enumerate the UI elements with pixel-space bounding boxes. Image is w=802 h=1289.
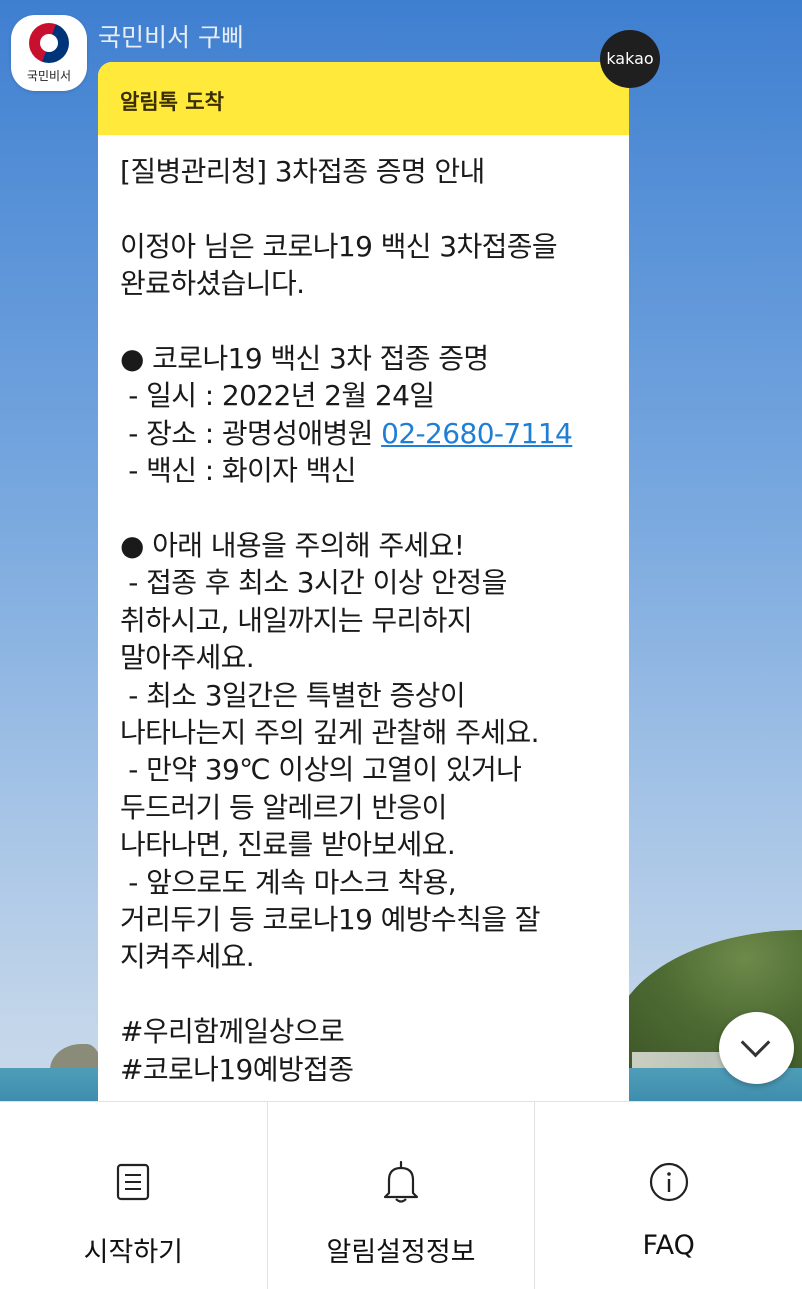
kakao-badge: kakao [600,30,660,88]
avatar-label: 국민비서 [26,69,72,83]
message-line: 거리두기 등 코로나19 예방수칙을 잘 [120,903,540,937]
tab-label: FAQ [642,1230,695,1261]
message-line: - 백신 : 화이자 백신 [120,454,356,488]
bottom-menu: 시작하기 알림설정정보 FAQ [0,1101,802,1289]
tab-start[interactable]: 시작하기 [0,1102,268,1289]
message-line: ● 코로나19 백신 3차 접종 증명 [120,342,489,375]
bell-icon [381,1160,421,1204]
message-line [120,976,607,1013]
message-line: 말아주세요. [120,641,255,675]
message-line [120,190,607,227]
message-card: 알림톡 도착 [질병관리청] 3차접종 증명 안내이정아 님은 코로나19 백신… [98,62,629,1102]
message-line: 나타나면, 진료를 받아보세요. [120,828,456,862]
taegeuk-emblem-icon [29,23,69,63]
tab-label: 알림설정정보 [326,1237,476,1268]
message-line: - 앞으로도 계속 마스크 착용, [120,865,457,899]
background-rock [50,1044,102,1070]
tab-faq[interactable]: FAQ [535,1102,802,1289]
scroll-down-button[interactable] [719,1012,794,1084]
message-body: [질병관리청] 3차접종 증명 안내이정아 님은 코로나19 백신 3차접종을완… [98,135,629,1088]
message-line: #코로나19예방접종 [120,1052,354,1086]
message-line: - 만약 39℃ 이상의 고열이 있거나 [120,753,522,787]
message-line: #우리함께일상으로 [120,1015,345,1049]
sender-name: 국민비서 구삐 [98,23,244,52]
message-line: 취하시고, 내일까지는 무리하지 [120,603,473,637]
tab-label: 시작하기 [83,1237,184,1268]
message-line: [질병관리청] 3차접종 증명 안내 [120,155,485,188]
message-line: 두드러기 등 알레르기 반응이 [120,790,447,824]
message-line: - 접종 후 최소 3시간 이상 안정을 [120,566,507,600]
document-icon [113,1160,153,1204]
info-icon [649,1160,689,1204]
phone-link[interactable]: 02-2680-7114 [381,417,573,450]
message-line [120,303,607,340]
message-line [120,490,607,527]
message-line: - 일시 : 2022년 2월 24일 [120,379,435,413]
message-line: 지켜주세요. [120,940,255,974]
message-line-place: - 장소 : 광명성애병원 02-2680-7114 [120,415,607,452]
sender-avatar[interactable]: 국민비서 [11,15,87,91]
message-line: 나타나는지 주의 깊게 관찰해 주세요. [120,716,540,750]
card-header: 알림톡 도착 [98,62,629,135]
message-line: 완료하셨습니다. [120,267,305,301]
message-line: ● 아래 내용을 주의해 주세요! [120,529,465,563]
message-line: 이정아 님은 코로나19 백신 3차접종을 [120,229,558,263]
place-text: - 장소 : 광명성애병원 [120,416,382,450]
tab-notification-settings[interactable]: 알림설정정보 [268,1102,536,1289]
message-line: - 최소 3일간은 특별한 증상이 [120,678,465,712]
